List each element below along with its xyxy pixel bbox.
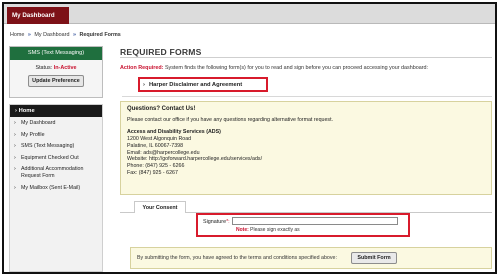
sms-panel: SMS (Text Messaging) Status: In-Active U… — [9, 46, 103, 98]
signature-label: Signature*: — [203, 219, 230, 225]
contact-fax: Fax: (847) 925 - 6267 — [127, 169, 178, 176]
sidebar-item-label: Additional Accommodation Request Form — [21, 166, 84, 179]
signature-field-group: Signature*: Note: Please sign exactly as — [196, 213, 410, 237]
contact-website[interactable]: Website: http://goforward.harpercollege.… — [127, 156, 485, 163]
chevron-right-icon: › — [14, 166, 16, 173]
signature-label-text: Signature — [203, 219, 227, 225]
sidebar-nav: › Home › My Dashboard › My Profile › SMS… — [9, 104, 103, 272]
sidebar-nav-header: › Home — [10, 105, 102, 117]
action-required-message: Action Required: System finds the follow… — [120, 65, 428, 71]
app-window: My Dashboard Home » My Dashboard » Requi… — [2, 2, 497, 274]
submit-bar: By submitting the form, you have agreed … — [130, 247, 492, 269]
chevron-right-icon: › — [14, 143, 16, 150]
contact-panel: Questions? Contact Us! Please contact ou… — [120, 101, 492, 195]
contact-office-name: Access and Disability Services (ADS) — [127, 129, 221, 136]
sidebar-item-equipment[interactable]: › Equipment Checked Out — [10, 152, 102, 164]
submit-agreement-text: By submitting the form, you have agreed … — [137, 255, 337, 261]
action-required-text: System finds the following form(s) for y… — [164, 65, 429, 71]
tab-my-dashboard[interactable]: My Dashboard — [7, 7, 69, 24]
sidebar-item-my-dashboard[interactable]: › My Dashboard — [10, 117, 102, 129]
contact-phone: Phone: (847) 925 - 6266 — [127, 162, 185, 169]
sidebar-item-label: Equipment Checked Out — [21, 154, 79, 161]
action-required-label: Action Required: — [120, 65, 164, 71]
contact-email[interactable]: Email: ads@harpercollege.edu — [127, 150, 485, 157]
breadcrumb-dashboard[interactable]: My Dashboard — [34, 32, 69, 38]
sidebar-item-label: My Dashboard — [21, 120, 56, 126]
contact-address-line: Palatine, IL 60067-7398 — [127, 142, 184, 149]
disclaimer-form-link[interactable]: › Harper Disclaimer and Agreement — [138, 77, 268, 92]
submit-form-button[interactable]: Submit Form — [351, 252, 397, 264]
sms-panel-title: SMS (Text Messaging) — [10, 47, 102, 60]
title-divider — [120, 57, 492, 58]
sms-status-value: In-Active — [53, 65, 77, 71]
chevron-right-icon: › — [14, 120, 16, 126]
signature-input[interactable] — [232, 217, 398, 225]
signature-note-text: Please sign exactly as — [250, 227, 300, 233]
signature-note: Note: Please sign exactly as — [236, 227, 300, 233]
sidebar-item-mailbox[interactable]: › My Mailbox (Sent E-Mail) — [10, 182, 102, 194]
disclaimer-form-label: Harper Disclaimer and Agreement — [149, 82, 243, 88]
update-preference-button[interactable]: Update Preference — [28, 75, 84, 87]
required-marker: *: — [226, 219, 230, 225]
tab-your-consent[interactable]: Your Consent — [134, 201, 186, 213]
breadcrumb: Home » My Dashboard » Required Forms — [10, 32, 121, 38]
contact-address-line: 1200 West Algonquin Road — [127, 136, 192, 143]
sidebar-nav-title: Home — [18, 108, 35, 114]
chevron-right-icon: › — [14, 154, 16, 161]
chevron-right-icon: › — [14, 131, 16, 138]
form-divider — [122, 96, 492, 97]
sidebar-item-accommodation-request[interactable]: › Additional Accommodation Request Form — [10, 163, 102, 181]
chevron-right-icon: › — [143, 82, 145, 88]
breadcrumb-current: Required Forms — [79, 32, 121, 38]
sms-status: Status: In-Active — [10, 65, 102, 71]
sidebar-item-label: SMS (Text Messaging) — [21, 143, 75, 150]
chevron-right-icon: › — [15, 108, 17, 114]
contact-intro: Please contact our office if you have an… — [127, 116, 334, 123]
sidebar-item-my-profile[interactable]: › My Profile — [10, 129, 102, 141]
sidebar-item-label: My Mailbox (Sent E-Mail) — [21, 184, 81, 191]
page-title: REQUIRED FORMS — [120, 47, 202, 57]
breadcrumb-separator: » — [72, 32, 76, 38]
sidebar-item-label: My Profile — [21, 131, 45, 138]
sidebar-item-sms[interactable]: › SMS (Text Messaging) — [10, 140, 102, 152]
contact-heading: Questions? Contact Us! — [127, 106, 196, 112]
breadcrumb-home[interactable]: Home — [10, 32, 24, 38]
chevron-right-icon: › — [14, 184, 16, 191]
sms-status-label: Status: — [35, 65, 53, 71]
top-bar: My Dashboard — [4, 4, 495, 24]
breadcrumb-separator: » — [27, 32, 31, 38]
signature-note-label: Note: — [236, 227, 249, 233]
